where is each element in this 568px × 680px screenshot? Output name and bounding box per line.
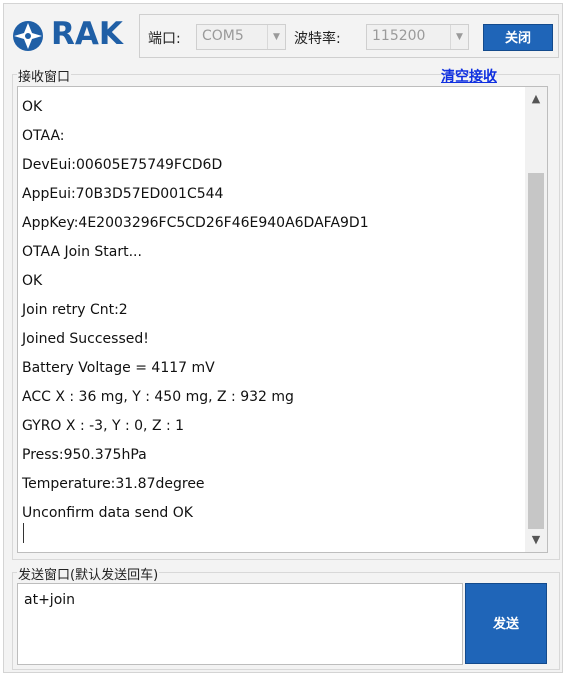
chevron-down-icon[interactable]: ▼ xyxy=(267,25,285,49)
send-window-label: 发送窗口(默认发送回车) xyxy=(17,564,160,583)
serial-settings: 端口: COM5 ▼ 波特率: 115200 ▼ 关闭 xyxy=(139,14,559,58)
send-input[interactable]: at+join xyxy=(17,583,463,665)
chevron-down-icon[interactable]: ▼ xyxy=(525,530,547,550)
baud-select[interactable]: 115200 ▼ xyxy=(366,24,469,50)
receive-line: OTAA Join Start... xyxy=(22,244,142,260)
receive-line: OTAA: xyxy=(22,128,65,144)
receive-line: OK xyxy=(22,273,43,289)
vertical-scrollbar[interactable]: ▲ ▼ xyxy=(525,87,547,552)
rak-logo: RAK xyxy=(9,16,137,54)
logo-text: RAK xyxy=(51,16,123,52)
port-select[interactable]: COM5 ▼ xyxy=(196,24,286,50)
receive-line: Battery Voltage = 4117 mV xyxy=(22,360,215,376)
port-value: COM5 xyxy=(202,28,244,44)
text-caret xyxy=(23,523,24,543)
app-window: RAK 端口: COM5 ▼ 波特率: 115200 ▼ 关闭 接收窗口 清空接… xyxy=(3,3,563,673)
scrollbar-thumb[interactable] xyxy=(528,173,544,529)
receive-line: Unconfirm data send OK xyxy=(22,505,193,521)
baud-value: 115200 xyxy=(372,28,426,44)
send-button[interactable]: 发送 xyxy=(465,583,547,664)
receive-line: Joined Successed! xyxy=(22,331,149,347)
receive-window-label: 接收窗口 xyxy=(17,66,72,85)
receive-line: Press:950.375hPa xyxy=(22,447,147,463)
receive-line: Temperature:31.87degree xyxy=(22,476,205,492)
receive-line: ACC X : 36 mg, Y : 450 mg, Z : 932 mg xyxy=(22,389,294,405)
chevron-up-icon[interactable]: ▲ xyxy=(525,89,547,109)
chevron-down-icon[interactable]: ▼ xyxy=(450,25,468,49)
close-button[interactable]: 关闭 xyxy=(483,24,553,51)
receive-line: OK xyxy=(22,99,43,115)
receive-log: OK OTAA: DevEui:00605E75749FCD6D AppEui:70B… xyxy=(22,93,522,528)
rak-logo-icon xyxy=(13,21,43,51)
port-label: 端口: xyxy=(148,31,181,47)
receive-line: AppKey:4E2003296FC5CD26F46E940A6DAFA9D1 xyxy=(22,215,369,231)
baud-label: 波特率: xyxy=(294,31,341,47)
receive-line: Join retry Cnt:2 xyxy=(22,302,128,318)
receive-line: GYRO X : -3, Y : 0, Z : 1 xyxy=(22,418,185,434)
receive-line: DevEui:00605E75749FCD6D xyxy=(22,157,223,173)
receive-line: AppEui:70B3D57ED001C544 xyxy=(22,186,224,202)
receive-textarea[interactable]: OK OTAA: DevEui:00605E75749FCD6D AppEui:70B… xyxy=(17,86,548,553)
clear-receive-link[interactable]: 清空接收 xyxy=(441,66,497,86)
